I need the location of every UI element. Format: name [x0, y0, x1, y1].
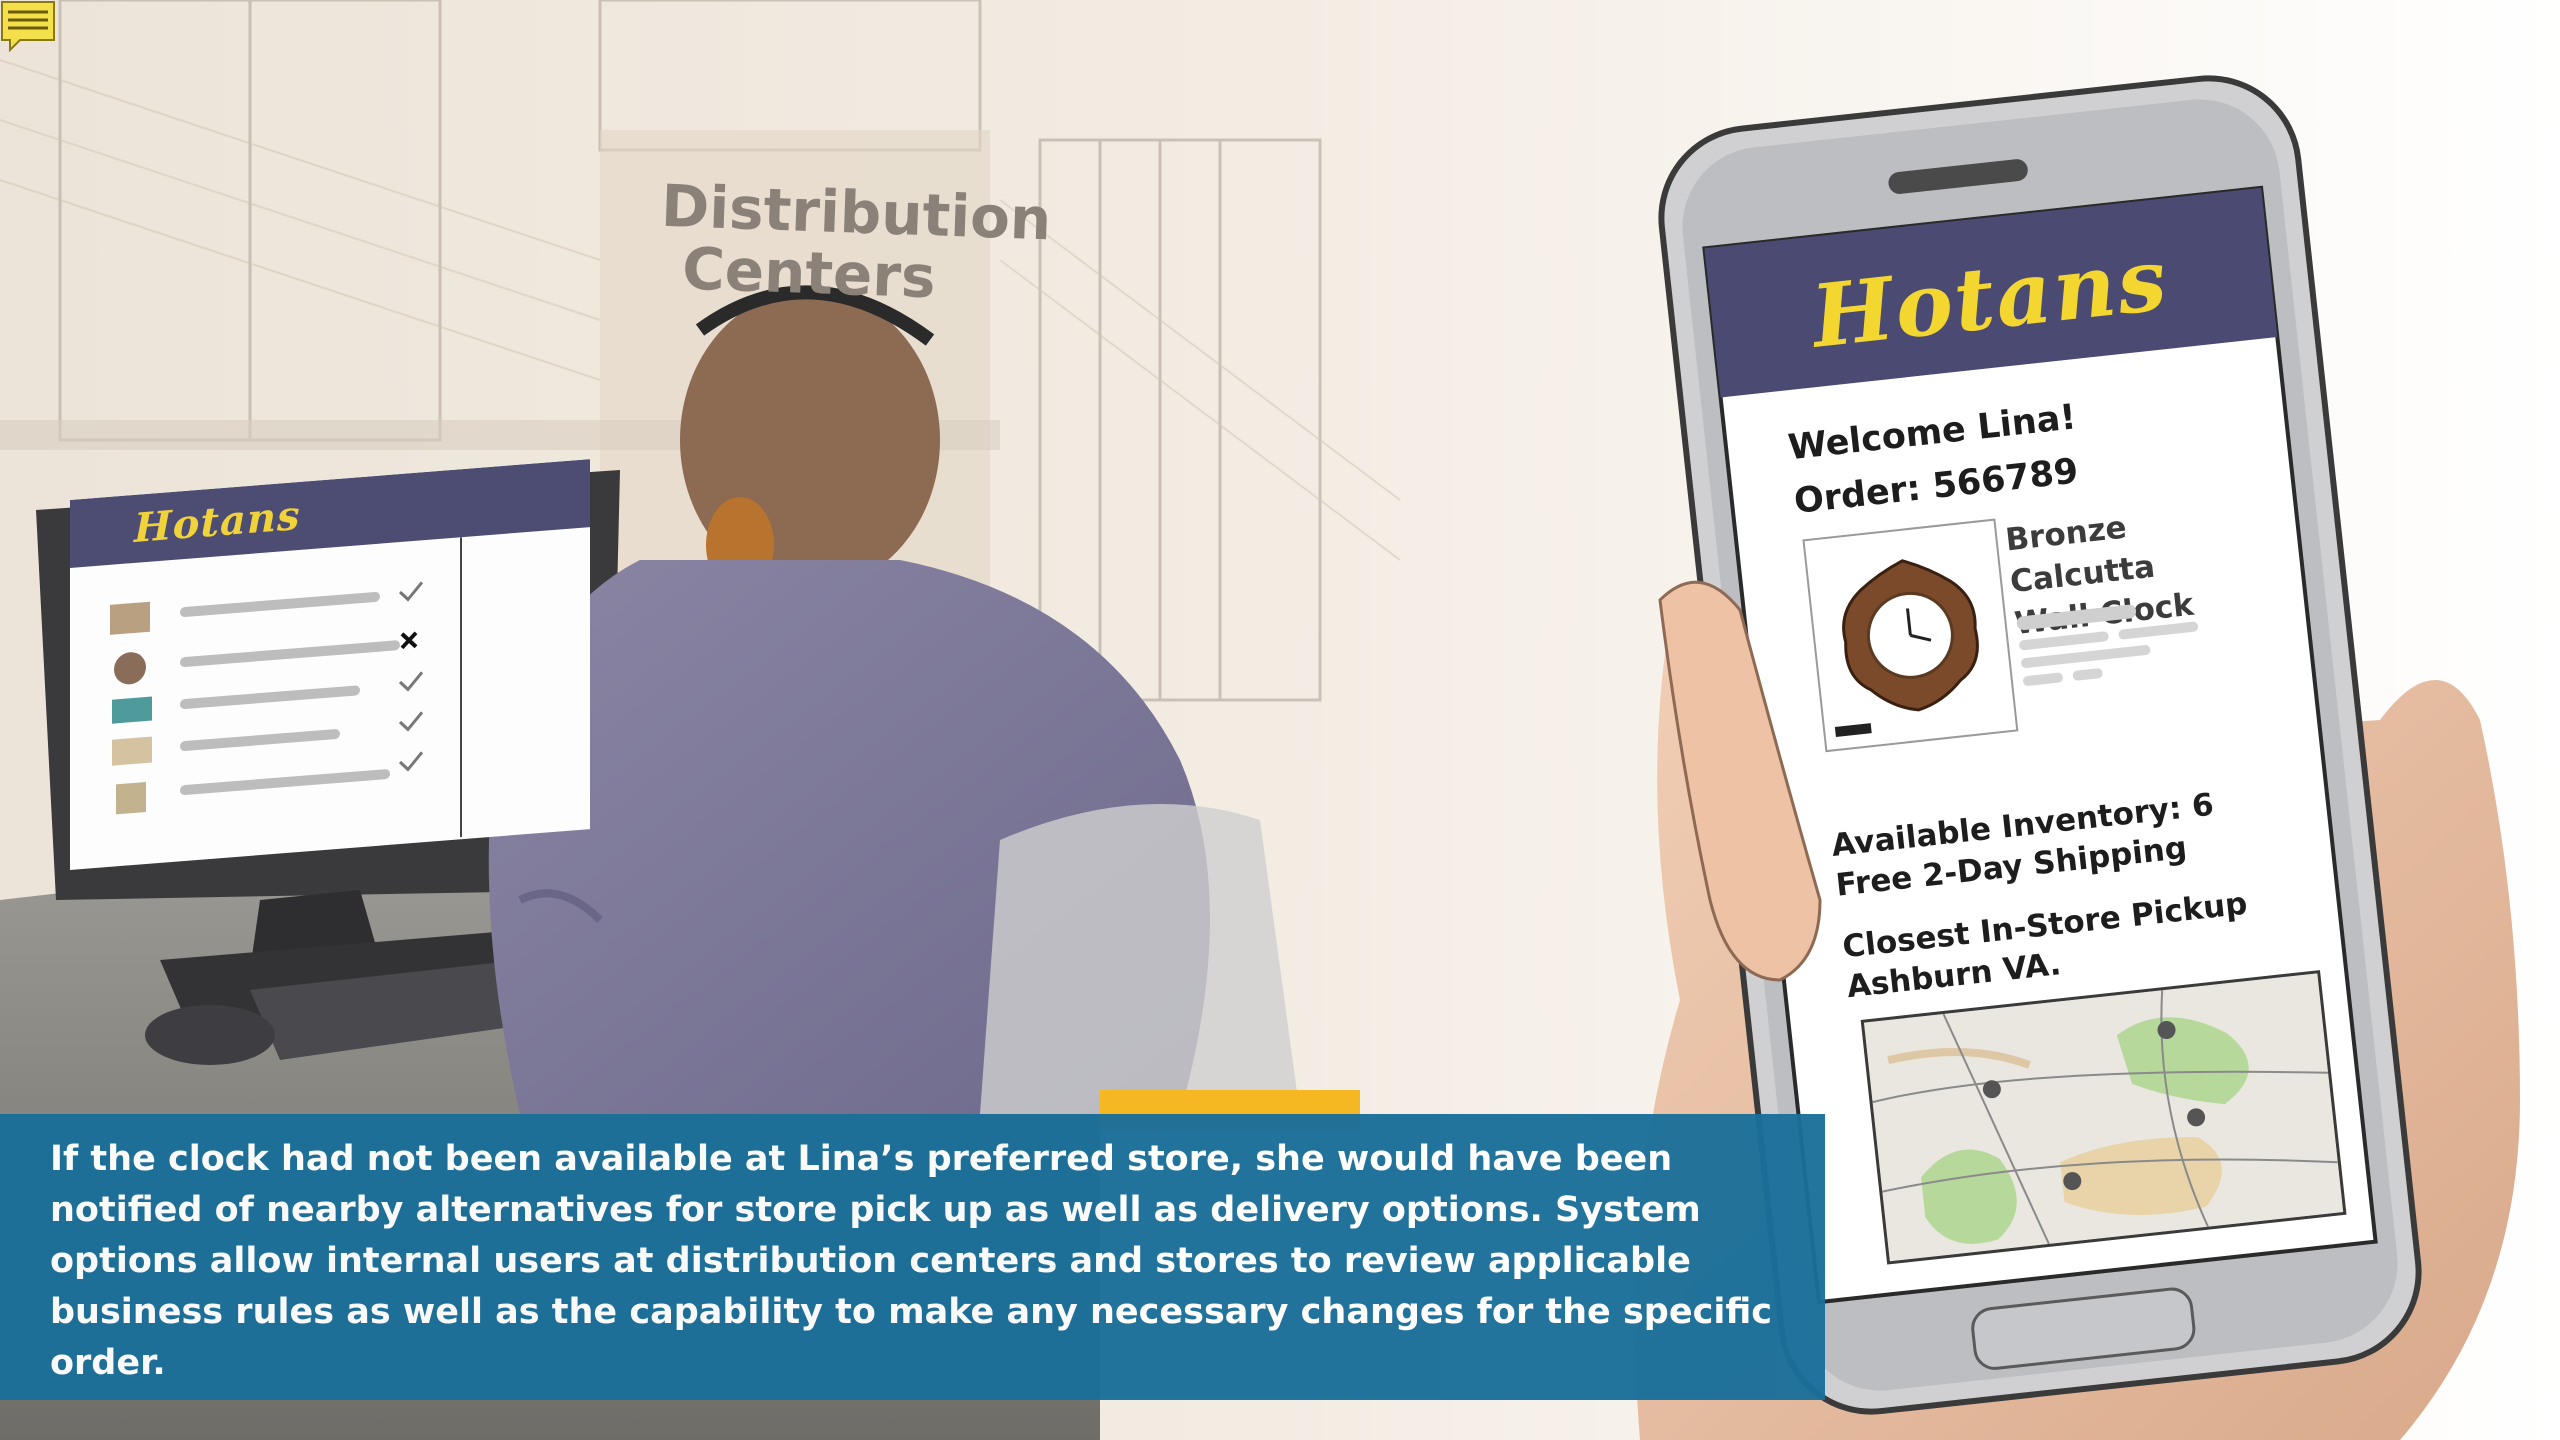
storyboard-scene: Distribution Centers Hotans Hotans Welco… [0, 0, 2560, 1440]
order-list-row [116, 751, 424, 815]
order-list-placeholder [110, 537, 462, 838]
distribution-centers-sign: Distribution Centers [658, 172, 1052, 312]
inventory-info: Available Inventory: 6 Free 2-Day Shippi… [1830, 785, 2221, 906]
caption-box: If the clock had not been available at L… [0, 1114, 1825, 1400]
x-mark-icon [400, 631, 418, 650]
check-icon [398, 751, 424, 772]
check-icon [398, 671, 424, 692]
order-list-row [114, 631, 418, 685]
store-map[interactable] [1860, 970, 2347, 1265]
map-graphic [1863, 973, 2344, 1262]
wall-clock-icon [1834, 559, 1979, 737]
phone-brand-logo: Hotans [1807, 228, 2173, 368]
order-list-row [110, 581, 424, 635]
check-icon [398, 711, 424, 732]
sign-line-2: Centers [681, 234, 937, 312]
order-list-row [112, 711, 424, 766]
order-list-row [112, 671, 424, 724]
check-icon [398, 581, 424, 602]
monitor-screen: Hotans [70, 459, 590, 870]
comment-note-icon[interactable] [0, 0, 56, 52]
monitor-brand-logo: Hotans [134, 491, 301, 552]
caption-text: If the clock had not been available at L… [50, 1139, 1773, 1383]
product-thumbnail[interactable] [1802, 518, 2019, 753]
